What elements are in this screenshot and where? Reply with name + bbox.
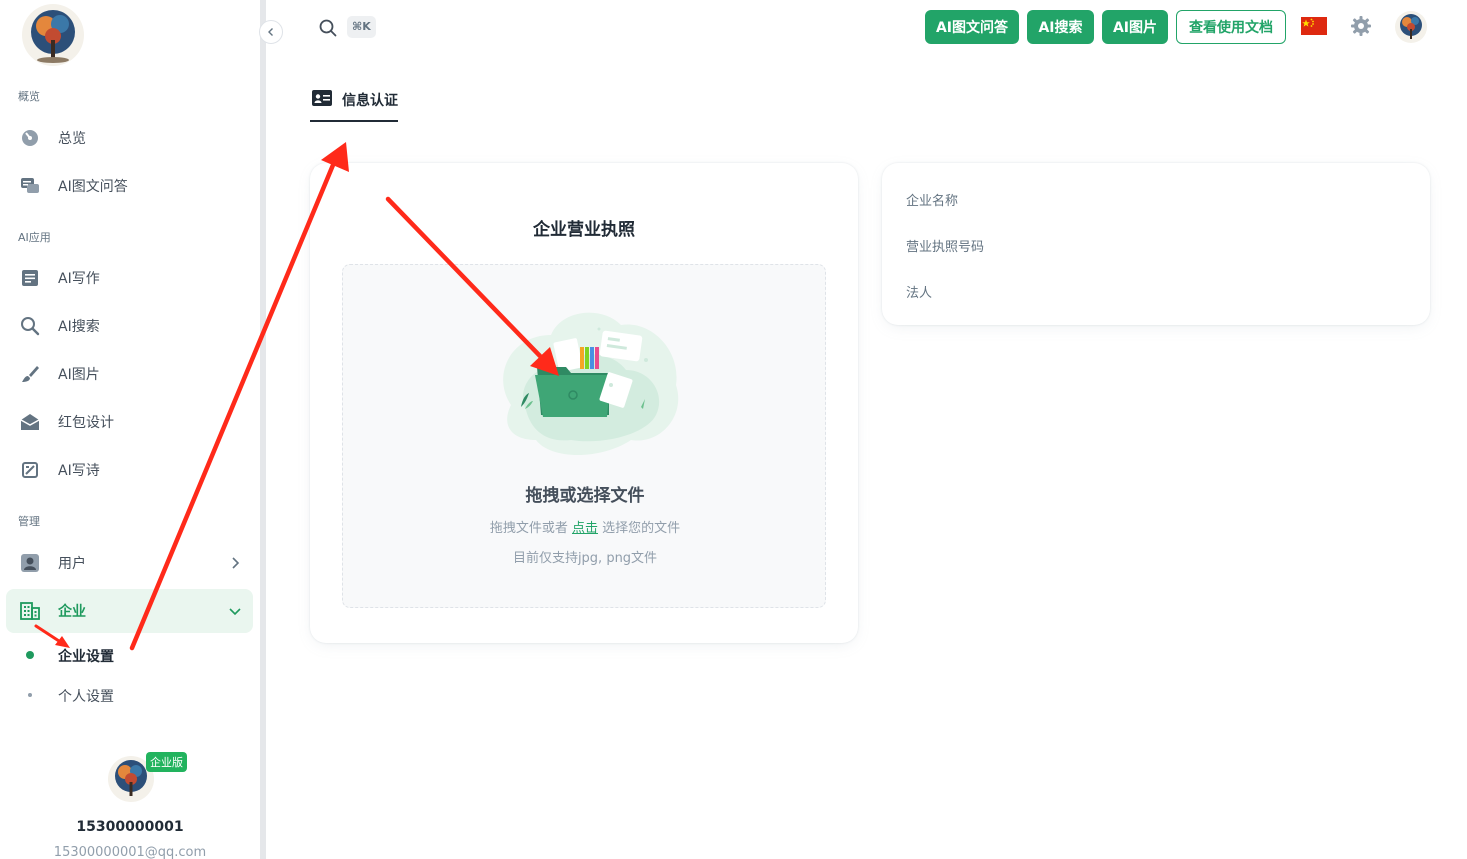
search-icon[interactable]: [318, 18, 338, 38]
user-email: 15300000001@qq.com: [53, 845, 207, 859]
sidebar-subitem-label: 企业设置: [58, 649, 114, 665]
sidebar-item-label: AI写诗: [58, 463, 100, 479]
avatar[interactable]: [1395, 11, 1427, 43]
chat-icon: [21, 178, 39, 193]
dashboard-icon: [22, 130, 38, 146]
sidebar-item-ai-qa[interactable]: AI图文问答: [6, 164, 253, 208]
collapse-sidebar-button[interactable]: [259, 20, 283, 44]
sidebar-item-label: 企业: [58, 604, 86, 620]
license-upload-card: 企业营业执照 拖拽或选择文件 拖拽文件或者 点击 选择您的文件 目前仅支持jpg…: [310, 163, 858, 643]
user-card: 企业版 15300000001 15300000001@qq.com: [0, 752, 260, 859]
dropzone-hint-pre: 拖拽文件或者: [489, 521, 568, 536]
sidebar-item-label: 红包设计: [58, 415, 114, 431]
enterprise-info-card: 企业名称 营业执照号码 法人: [882, 163, 1430, 325]
sidebar: 概览 总览 AI图文问答 AI应用 AI写作 AI搜索 AI图片 红包设计 AI…: [0, 0, 260, 859]
gear-icon[interactable]: [1350, 15, 1372, 37]
dropzone-support-text: 目前仅支持jpg, png文件: [512, 551, 658, 566]
search-shortcut-hint: ⌘K: [347, 16, 376, 38]
sidebar-item-label: 总览: [58, 131, 86, 147]
sidebar-item-ai-poem[interactable]: AI写诗: [6, 448, 253, 492]
card-title: 企业营业执照: [533, 220, 635, 240]
dropzone-hint-post: 选择您的文件: [602, 521, 681, 536]
search-icon: [21, 317, 40, 336]
field-legal-person: 法人: [906, 286, 933, 301]
plan-badge: 企业版: [146, 752, 187, 772]
user-phone: 15300000001: [76, 819, 184, 835]
inactive-dot: [28, 693, 32, 697]
brush-icon: [22, 366, 39, 382]
section-label-overview: 概览: [18, 90, 40, 103]
chevron-right-icon: [232, 557, 240, 569]
tab-label: 信息认证: [342, 93, 398, 109]
sidebar-item-label: AI写作: [58, 271, 100, 287]
view-docs-button[interactable]: 查看使用文档: [1176, 10, 1286, 44]
ai-search-button[interactable]: AI搜索: [1027, 10, 1094, 44]
section-label-manage: 管理: [18, 515, 40, 528]
dropzone-hint: 拖拽文件或者 点击 选择您的文件: [343, 517, 827, 536]
ai-qa-button[interactable]: AI图文问答: [925, 10, 1019, 44]
sidebar-subitem-enterprise-settings[interactable]: 企业设置: [0, 637, 253, 673]
chevron-left-icon: [268, 28, 273, 36]
building-icon: [20, 602, 40, 620]
sidebar-item-ai-image[interactable]: AI图片: [6, 352, 253, 396]
browse-file-link[interactable]: 点击: [572, 521, 598, 536]
scroll-icon: [22, 462, 38, 478]
sidebar-item-red-packet[interactable]: 红包设计: [6, 400, 253, 444]
field-license-number: 营业执照号码: [906, 240, 985, 255]
sidebar-item-label: AI图文问答: [58, 179, 128, 195]
sidebar-item-enterprise[interactable]: 企业: [6, 589, 253, 633]
sidebar-subitem-personal-settings[interactable]: 个人设置: [0, 677, 253, 713]
sidebar-divider[interactable]: [260, 0, 266, 859]
upload-folder-illustration: [503, 312, 679, 455]
sidebar-item-ai-search[interactable]: AI搜索: [6, 304, 253, 348]
sidebar-item-overview[interactable]: 总览: [6, 116, 253, 160]
field-company-name: 企业名称: [906, 194, 959, 209]
id-card-icon: [312, 90, 332, 106]
sidebar-item-label: AI搜索: [58, 319, 100, 335]
dropzone-title: 拖拽或选择文件: [525, 486, 645, 506]
document-icon: [22, 270, 38, 286]
sidebar-item-label: 用户: [58, 556, 86, 572]
sidebar-item-label: AI图片: [58, 367, 100, 383]
ai-image-button[interactable]: AI图片: [1102, 10, 1168, 44]
chevron-down-icon: [229, 608, 241, 616]
sidebar-item-ai-write[interactable]: AI写作: [6, 256, 253, 300]
sidebar-item-users[interactable]: 用户: [6, 541, 253, 585]
envelope-icon: [20, 414, 40, 430]
sidebar-subitem-label: 个人设置: [58, 689, 114, 705]
user-icon: [21, 554, 39, 572]
logo[interactable]: [22, 4, 84, 66]
active-tab-indicator: [310, 120, 398, 122]
active-dot: [26, 651, 34, 659]
china-flag-icon[interactable]: [1301, 17, 1327, 35]
file-dropzone[interactable]: 拖拽或选择文件 拖拽文件或者 点击 选择您的文件 目前仅支持jpg, png文件: [342, 264, 826, 608]
section-label-ai-apps: AI应用: [18, 231, 51, 244]
